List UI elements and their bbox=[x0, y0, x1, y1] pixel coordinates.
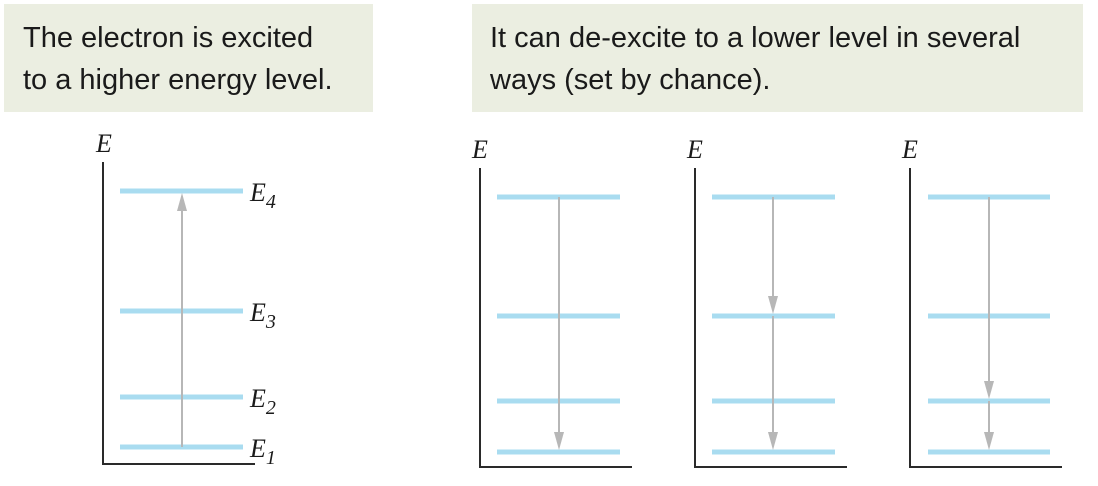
transition-arrow-head bbox=[984, 432, 994, 450]
transition-arrow-head bbox=[984, 381, 994, 399]
panel-two-step-deexcitation: E bbox=[686, 135, 847, 468]
level-label-subscript: 3 bbox=[265, 311, 276, 333]
level-label-subscript: 2 bbox=[266, 397, 276, 419]
energy-level-diagrams: EE1E2E3E4E E E bbox=[95, 129, 1062, 469]
level-label-subscript: 1 bbox=[266, 447, 276, 469]
energy-axis-label: E bbox=[901, 135, 918, 164]
level-label-e2: E2 bbox=[249, 384, 276, 419]
transition-arrow-head bbox=[554, 432, 564, 450]
transition-arrow-head bbox=[768, 432, 778, 450]
panel-two-step-deexcitation-via-e2: E bbox=[901, 135, 1062, 468]
level-label-subscript: 4 bbox=[266, 191, 276, 213]
level-label-e4: E4 bbox=[249, 178, 276, 213]
panel-excitation: EE1E2E3E4 bbox=[95, 129, 276, 469]
energy-axis-label: E bbox=[95, 129, 112, 158]
transition-arrow-head bbox=[177, 193, 187, 211]
level-label-e3: E3 bbox=[249, 298, 276, 333]
transition-arrow-head bbox=[768, 296, 778, 314]
energy-axis-label: E bbox=[471, 135, 488, 164]
panel-direct-deexcitation: E bbox=[471, 135, 632, 468]
energy-axis-label: E bbox=[686, 135, 703, 164]
